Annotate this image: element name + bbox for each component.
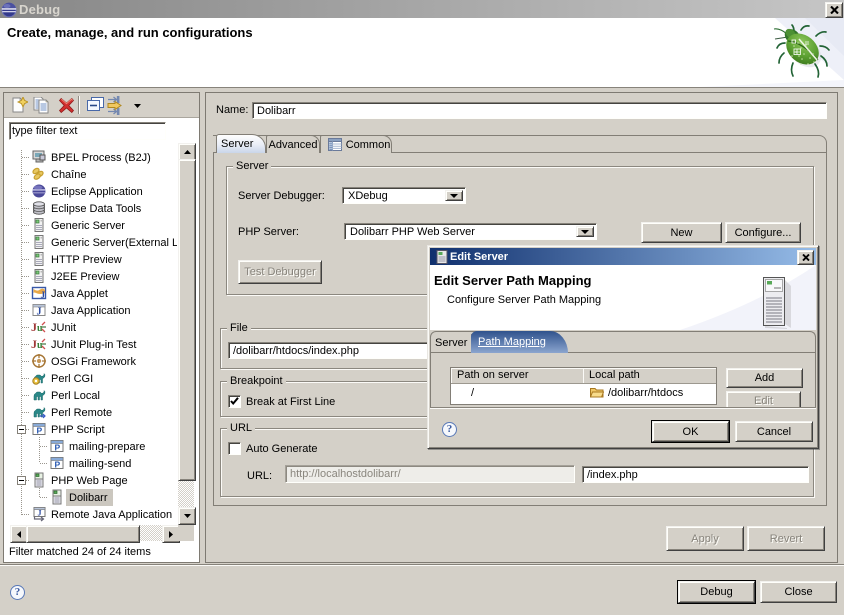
svg-text:J: J — [41, 290, 46, 300]
svg-text:P: P — [55, 443, 61, 453]
svg-text:J: J — [37, 307, 42, 318]
svg-text:P: P — [37, 426, 43, 436]
svg-text:J: J — [38, 509, 42, 518]
svg-text:P: P — [55, 460, 61, 470]
